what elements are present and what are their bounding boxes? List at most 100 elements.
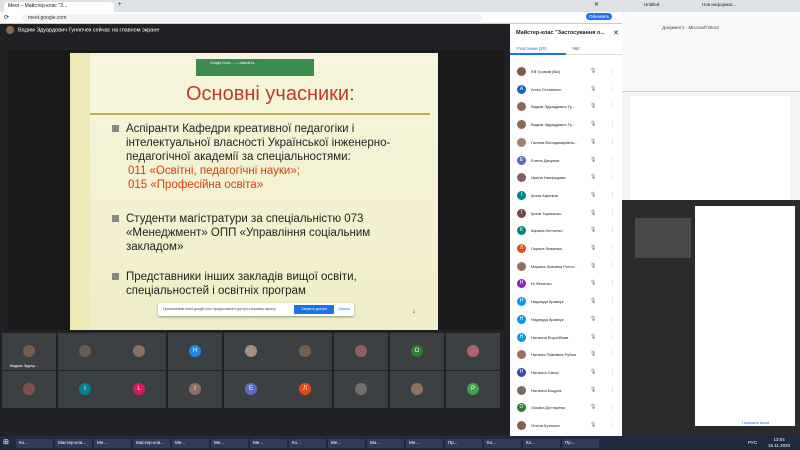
participant-tile[interactable] xyxy=(224,333,278,370)
participant-row[interactable]: Н Наталья Сімор 🎙 ⋮ xyxy=(510,365,622,383)
participant-tile[interactable]: L xyxy=(112,371,166,408)
mic-muted-icon[interactable]: 🎙 xyxy=(590,68,596,74)
mic-muted-icon[interactable]: 🎙 xyxy=(590,404,596,410)
taskbar-app-button[interactable]: Ме... xyxy=(328,439,365,448)
more-options-icon[interactable]: ⋮ xyxy=(610,316,615,322)
taskbar-app-button[interactable]: Мастер-кла... xyxy=(55,439,92,448)
participant-row[interactable]: І Ірина Афоніна 🎙 ⋮ xyxy=(510,188,622,206)
more-options-icon[interactable]: ⋮ xyxy=(610,245,615,251)
participant-tile[interactable]: Е xyxy=(224,371,278,408)
system-clock[interactable]: 13:04 16.11.2020 xyxy=(768,437,790,449)
participant-row[interactable]: Вадим Эдуардович Гу... 🎙 ⋮ xyxy=(510,99,622,117)
mic-muted-icon[interactable]: 🎙 xyxy=(590,263,596,269)
mic-muted-icon[interactable]: 🎙 xyxy=(590,298,596,304)
more-options-icon[interactable]: ⋮ xyxy=(610,369,615,375)
more-options-icon[interactable]: ⋮ xyxy=(610,404,615,410)
participant-row[interactable]: Н Ні Фесенко 🎙 ⋮ xyxy=(510,276,622,294)
mic-muted-icon[interactable]: 🎙 xyxy=(590,334,596,340)
mic-muted-icon[interactable]: 🎙 xyxy=(590,139,596,145)
participant-tile[interactable] xyxy=(446,333,500,370)
taskbar-app-button[interactable]: Мо... xyxy=(367,439,404,448)
more-options-icon[interactable]: ⋮ xyxy=(610,263,615,269)
mic-muted-icon[interactable]: 🎙 xyxy=(590,280,596,286)
participant-row[interactable]: Ирина Ниефедова 🎙 ⋮ xyxy=(510,170,622,188)
mic-muted-icon[interactable]: 🎙 xyxy=(590,351,596,357)
second-tab[interactable]: Нов информат... xyxy=(702,2,736,7)
more-options-icon[interactable]: ⋮ xyxy=(610,86,615,92)
participant-row[interactable]: А Алла Остапенко 🎙 ⋮ xyxy=(510,82,622,100)
participant-row[interactable]: Н Надежда Кравчук 🎙 ⋮ xyxy=(510,312,622,330)
mic-muted-icon[interactable]: 🎙 xyxy=(590,369,596,375)
participant-tile[interactable] xyxy=(2,371,56,408)
mic-muted-icon[interactable]: 🎙 xyxy=(590,316,596,322)
participant-row[interactable]: Е Елена Дворник 🎙 ⋮ xyxy=(510,153,622,171)
participant-row[interactable]: О Оксана Дегтярева 🎙 ⋮ xyxy=(510,400,622,418)
taskbar-app-button[interactable]: Ко... xyxy=(16,439,53,448)
more-options-icon[interactable]: ⋮ xyxy=(610,68,615,74)
participant-row[interactable]: Н Надежда Кравчук 🎙 ⋮ xyxy=(510,294,622,312)
participant-row[interactable]: К Карина Китченко 🎙 ⋮ xyxy=(510,223,622,241)
tab-participants[interactable]: Участники (20) xyxy=(516,46,547,51)
mic-muted-icon[interactable]: 🎙 xyxy=(590,422,596,428)
taskbar-app-button[interactable]: Мастер-кла... xyxy=(133,439,170,448)
more-options-icon[interactable]: ⋮ xyxy=(610,121,615,127)
mic-muted-icon[interactable]: 🎙 xyxy=(590,245,596,251)
more-options-icon[interactable]: ⋮ xyxy=(610,422,615,428)
close-window-icon[interactable]: ✕ xyxy=(594,1,599,8)
taskbar-app-button[interactable]: Ко... xyxy=(484,439,521,448)
participant-row[interactable]: Марина Львовна Росто... 🎙 ⋮ xyxy=(510,259,622,277)
participant-row[interactable]: І Ірина Тарасенко 🎙 ⋮ xyxy=(510,206,622,224)
untitled-tab[interactable]: Untitled xyxy=(644,2,659,7)
participant-tile[interactable] xyxy=(334,333,388,370)
participant-tile[interactable] xyxy=(334,371,388,408)
participant-tile[interactable]: Л xyxy=(278,371,332,408)
taskbar-app-button[interactable]: Ме... xyxy=(406,439,443,448)
participant-row[interactable]: Н Наталия Воробйова 🎙 ⋮ xyxy=(510,330,622,348)
taskbar-app-button[interactable]: Ме... xyxy=(250,439,287,448)
more-options-icon[interactable]: ⋮ xyxy=(610,280,615,286)
mic-muted-icon[interactable]: 🎙 xyxy=(590,227,596,233)
participant-row[interactable]: Л Лариса Фоменко 🎙 ⋮ xyxy=(510,241,622,259)
more-options-icon[interactable]: ⋮ xyxy=(610,298,615,304)
more-options-icon[interactable]: ⋮ xyxy=(610,139,615,145)
participant-row[interactable]: ЕВ Громов (Вы) 🎙 ⋮ xyxy=(510,64,622,82)
mic-muted-icon[interactable]: 🎙 xyxy=(590,86,596,92)
mic-muted-icon[interactable]: 🎙 xyxy=(590,174,596,180)
participant-tile[interactable]: О xyxy=(390,333,444,370)
mic-muted-icon[interactable]: 🎙 xyxy=(590,103,596,109)
participant-tile[interactable] xyxy=(390,371,444,408)
more-options-icon[interactable]: ⋮ xyxy=(610,351,615,357)
participant-tile[interactable] xyxy=(58,333,112,370)
participant-row[interactable]: Вадим Эдуардович Гу... 🎙 ⋮ xyxy=(510,117,622,135)
participant-row[interactable]: Наталія Павлівна Рубан 🎙 ⋮ xyxy=(510,347,622,365)
stop-sharing-button[interactable]: Закрыть доступ xyxy=(294,305,334,314)
more-options-icon[interactable]: ⋮ xyxy=(610,227,615,233)
close-panel-icon[interactable]: ✕ xyxy=(613,29,619,37)
mic-muted-icon[interactable]: 🎙 xyxy=(590,210,596,216)
update-badge[interactable]: Обновить xyxy=(586,13,613,20)
new-tab-button[interactable]: + xyxy=(118,2,122,8)
more-options-icon[interactable]: ⋮ xyxy=(610,387,615,393)
reload-icon[interactable]: ⟳ xyxy=(4,14,9,21)
mic-muted-icon[interactable]: 🎙 xyxy=(590,157,596,163)
more-options-icon[interactable]: ⋮ xyxy=(610,334,615,340)
taskbar-app-button[interactable]: Ме... xyxy=(94,439,131,448)
participant-tile[interactable]: Н xyxy=(168,333,222,370)
more-options-icon[interactable]: ⋮ xyxy=(610,192,615,198)
taskbar-app-button[interactable]: Ко... xyxy=(523,439,560,448)
start-icon[interactable]: ⊞ xyxy=(3,438,9,446)
participant-row[interactable]: Галина Володимирівна... 🎙 ⋮ xyxy=(510,135,622,153)
participant-tile[interactable]: Р xyxy=(446,371,500,408)
mic-muted-icon[interactable]: 🎙 xyxy=(590,121,596,127)
taskbar-app-button[interactable]: Пр... xyxy=(562,439,599,448)
participant-row[interactable]: Олена Кутюхин 🎙 ⋮ xyxy=(510,418,622,436)
language-indicator[interactable]: РУС xyxy=(748,440,757,445)
hide-notice-link[interactable]: Скрыть xyxy=(338,307,350,311)
mic-muted-icon[interactable]: 🎙 xyxy=(590,387,596,393)
more-options-icon[interactable]: ⋮ xyxy=(610,157,615,163)
url-field[interactable]: meet.google.com xyxy=(22,14,482,22)
participant-tile[interactable] xyxy=(112,333,166,370)
more-options-icon[interactable]: ⋮ xyxy=(610,174,615,180)
participant-row[interactable]: Наталья Бацула 🎙 ⋮ xyxy=(510,383,622,401)
tab-chat[interactable]: Чат xyxy=(572,46,579,51)
